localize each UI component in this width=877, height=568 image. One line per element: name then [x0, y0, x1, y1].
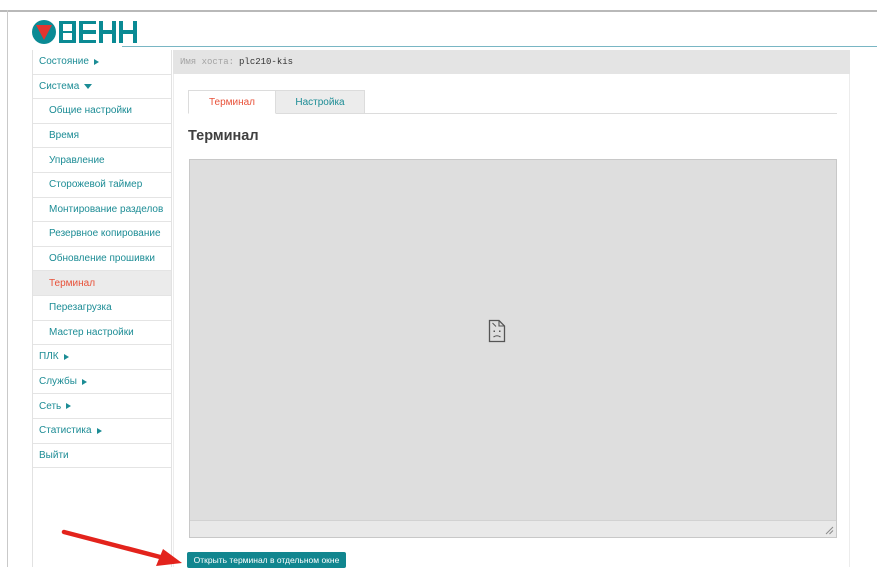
- sidebar-item-label: Состояние: [39, 56, 89, 68]
- sidebar-item-general-settings[interactable]: Общие настройки: [33, 99, 171, 124]
- hostname-value: plc210-kis: [239, 57, 294, 67]
- sidebar-item-terminal[interactable]: Терминал: [33, 271, 171, 296]
- sidebar-item-label: Обновление прошивки: [49, 253, 155, 265]
- sidebar-item-label: Терминал: [49, 277, 96, 289]
- page-title: Терминал: [188, 128, 259, 144]
- caret-down-icon: [84, 83, 93, 89]
- frame-status-strip: [190, 520, 836, 537]
- oven-logo-icon: [32, 20, 137, 44]
- sidebar-item-label: Статистика: [39, 425, 92, 437]
- sidebar-item-label: Монтирование разделов: [49, 203, 164, 215]
- sidebar: Состояние Система Общие настройки Время …: [32, 50, 172, 567]
- sidebar-item-label: Сторожевой таймер: [49, 179, 143, 191]
- sidebar-item-network[interactable]: Сеть: [33, 394, 171, 419]
- sidebar-item-logout[interactable]: Выйти: [33, 444, 171, 469]
- broken-document-icon: [488, 319, 506, 343]
- tab-settings[interactable]: Настройка: [276, 90, 365, 114]
- sidebar-item-mount-partitions[interactable]: Монтирование разделов: [33, 198, 171, 223]
- caret-right-icon: [66, 403, 72, 410]
- header-divider: [122, 46, 877, 47]
- sidebar-item-reboot[interactable]: Перезагрузка: [33, 296, 171, 321]
- sidebar-item-statistics[interactable]: Статистика: [33, 419, 171, 444]
- caret-right-icon: [96, 427, 102, 434]
- sidebar-item-label: Резервное копирование: [49, 228, 161, 240]
- sidebar-item-management[interactable]: Управление: [33, 148, 171, 173]
- sidebar-item-label: Время: [49, 130, 80, 142]
- sidebar-item-label: Мастер настройки: [49, 326, 134, 338]
- sidebar-item-label: Управление: [49, 154, 105, 166]
- sidebar-item-setup-wizard[interactable]: Мастер настройки: [33, 321, 171, 346]
- oven-logo[interactable]: [32, 19, 142, 45]
- sidebar-item-status[interactable]: Состояние: [33, 50, 171, 75]
- hostname-label: Имя хоста:: [180, 57, 235, 67]
- resize-grip-icon[interactable]: [825, 526, 834, 535]
- sidebar-item-label: Система: [39, 80, 80, 92]
- sidebar-item-watchdog[interactable]: Сторожевой таймер: [33, 173, 171, 198]
- hostname-bar: Имя хоста: plc210-kis: [173, 50, 850, 74]
- sidebar-item-label: Сеть: [39, 400, 62, 412]
- tab-terminal[interactable]: Терминал: [188, 90, 276, 114]
- sidebar-item-label: Службы: [39, 376, 77, 388]
- sidebar-item-system[interactable]: Система: [33, 75, 171, 100]
- sidebar-item-label: Перезагрузка: [49, 302, 112, 314]
- sidebar-item-backup[interactable]: Резервное копирование: [33, 222, 171, 247]
- tab-label: Терминал: [208, 96, 256, 108]
- top-border: [0, 10, 877, 12]
- terminal-iframe[interactable]: [189, 159, 837, 538]
- caret-right-icon: [63, 353, 69, 360]
- sidebar-item-label: Общие настройки: [49, 105, 132, 117]
- sidebar-item-label: Выйти: [39, 449, 69, 461]
- open-terminal-window-button[interactable]: Открыть терминал в отдельном окне: [187, 552, 346, 568]
- tab-label: Настройка: [295, 96, 345, 108]
- sidebar-item-label: ПЛК: [39, 351, 59, 363]
- caret-right-icon: [81, 378, 87, 385]
- caret-right-icon: [93, 58, 99, 65]
- sidebar-item-services[interactable]: Службы: [33, 370, 171, 395]
- sidebar-item-time[interactable]: Время: [33, 124, 171, 149]
- sidebar-item-plc[interactable]: ПЛК: [33, 345, 171, 370]
- sidebar-item-firmware-update[interactable]: Обновление прошивки: [33, 247, 171, 272]
- red-arrow-icon: [61, 529, 182, 566]
- left-border: [7, 10, 8, 567]
